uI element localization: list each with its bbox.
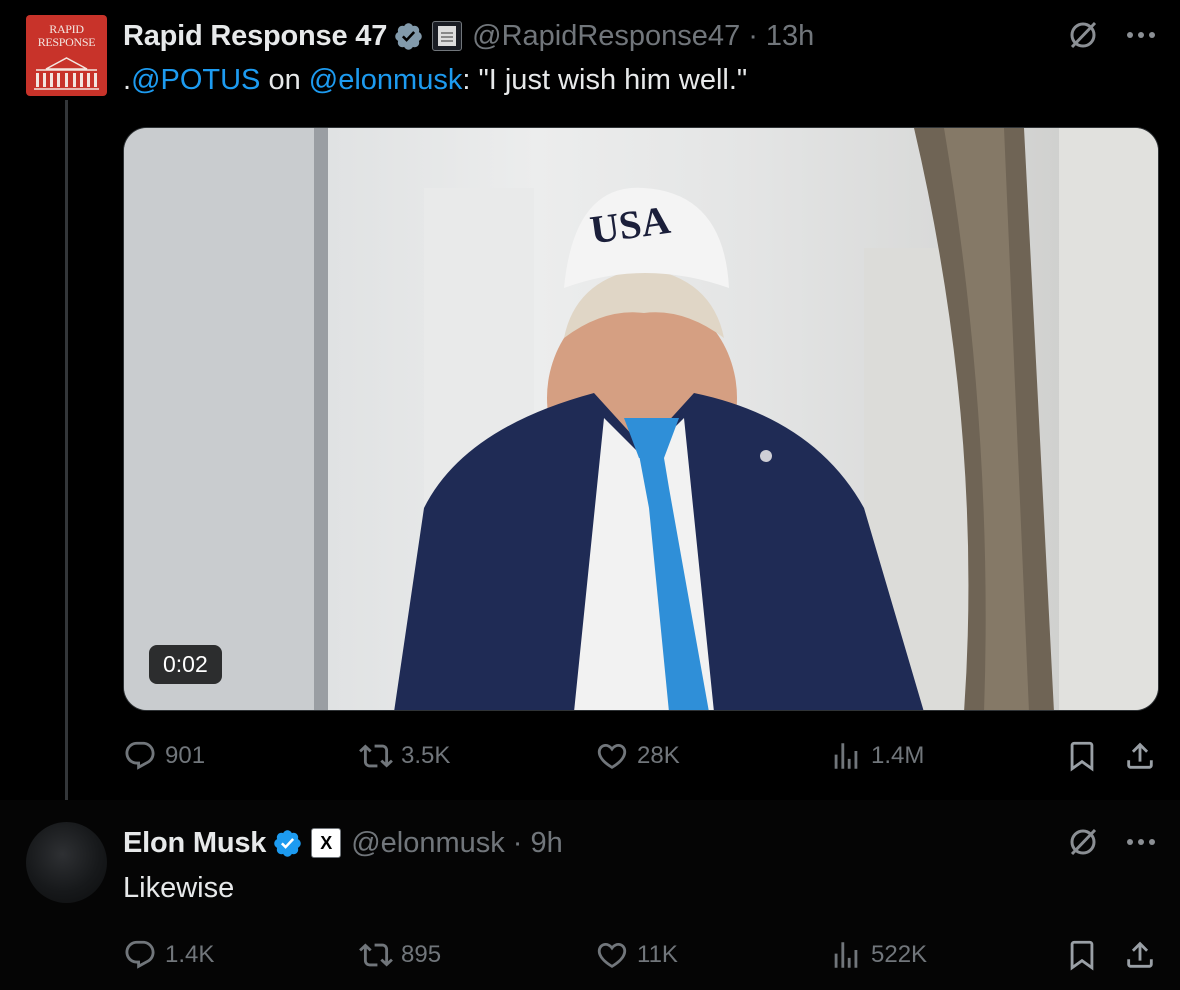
reply-count: 1.4K — [165, 941, 215, 968]
reply-icon — [125, 940, 155, 969]
tweet-top-actions — [1066, 825, 1156, 859]
video-duration-badge: 0:02 — [149, 645, 222, 684]
reply-icon — [125, 741, 155, 770]
author-name[interactable]: Elon Musk — [123, 827, 266, 860]
tweet-text-suffix: : "I just wish him well." — [462, 64, 748, 96]
tweet-action-bar: 901 3.5K 28K 1.4M — [123, 736, 1159, 776]
affiliate-badge-icon[interactable] — [432, 21, 463, 51]
more-icon[interactable] — [1126, 838, 1156, 846]
tweet-text: Likewise — [123, 872, 235, 904]
bookmark-button[interactable] — [1065, 736, 1107, 776]
author-name[interactable]: Rapid Response 47 — [123, 20, 387, 53]
repost-button[interactable]: 895 — [359, 935, 441, 975]
repost-count: 3.5K — [401, 742, 451, 769]
views-icon — [834, 942, 858, 968]
tweet-header: Rapid Response 47 @RapidResponse47 · 13h — [123, 16, 814, 56]
repost-icon — [359, 744, 393, 768]
thread-connector-line — [65, 100, 68, 812]
timestamp[interactable]: · 9h — [513, 827, 563, 860]
tweet-text-mid: on — [260, 64, 309, 96]
like-icon — [597, 942, 627, 968]
like-icon — [597, 743, 627, 769]
verified-icon[interactable] — [272, 828, 303, 859]
author-handle[interactable]: @RapidResponse47 — [472, 20, 740, 53]
grok-icon[interactable] — [1066, 18, 1100, 52]
mention-link[interactable]: @elonmusk — [309, 64, 463, 96]
tweet-header: Elon Musk X @elonmusk · 9h — [123, 823, 563, 863]
tweet-action-bar: 1.4K 895 11K 522K — [123, 935, 1159, 975]
repost-icon — [359, 943, 393, 967]
reply-button[interactable]: 901 — [123, 736, 205, 776]
bookmark-button[interactable] — [1065, 935, 1107, 975]
tweet-text-prefix: . — [123, 64, 132, 96]
like-count: 11K — [637, 941, 678, 968]
repost-count: 895 — [401, 941, 442, 968]
tweet-rapid-response[interactable]: RAPID RESPONSE Rapid Response 47 @RapidR… — [0, 0, 1180, 812]
share-icon — [1127, 742, 1153, 769]
share-button[interactable] — [1123, 935, 1165, 975]
grok-icon[interactable] — [1066, 825, 1100, 859]
author-handle[interactable]: @elonmusk — [351, 827, 505, 860]
like-button[interactable]: 11K — [595, 935, 678, 975]
video-player[interactable]: USA 0:02 — [123, 127, 1159, 711]
avatar-logo-text: RAPID RESPONSE — [37, 22, 96, 49]
reply-button[interactable]: 1.4K — [123, 935, 214, 975]
reply-count: 901 — [165, 742, 206, 769]
like-count: 28K — [637, 742, 680, 769]
repost-button[interactable]: 3.5K — [359, 736, 450, 776]
tweet-text: .@POTUS on @elonmusk: "I just wish him w… — [123, 64, 747, 97]
views-count: 1.4M — [871, 742, 925, 769]
share-button[interactable] — [1123, 736, 1165, 776]
white-house-logo-icon — [34, 57, 99, 90]
affiliate-badge-icon[interactable]: X — [311, 828, 342, 858]
views-button[interactable]: 522K — [829, 935, 927, 975]
share-icon — [1127, 941, 1153, 968]
more-icon[interactable] — [1126, 31, 1156, 39]
avatar[interactable]: RAPID RESPONSE — [26, 15, 107, 96]
views-button[interactable]: 1.4M — [829, 736, 924, 776]
tweet-top-actions — [1066, 18, 1156, 52]
verified-icon[interactable] — [393, 21, 424, 52]
avatar[interactable] — [26, 822, 107, 903]
views-count: 522K — [871, 941, 928, 968]
bookmark-icon — [1070, 940, 1094, 971]
like-button[interactable]: 28K — [595, 736, 680, 776]
views-icon — [834, 743, 858, 769]
mention-link[interactable]: @POTUS — [131, 64, 260, 96]
video-frame-image: USA — [124, 128, 1158, 710]
bookmark-icon — [1070, 741, 1094, 772]
timestamp[interactable]: · 13h — [748, 20, 814, 53]
